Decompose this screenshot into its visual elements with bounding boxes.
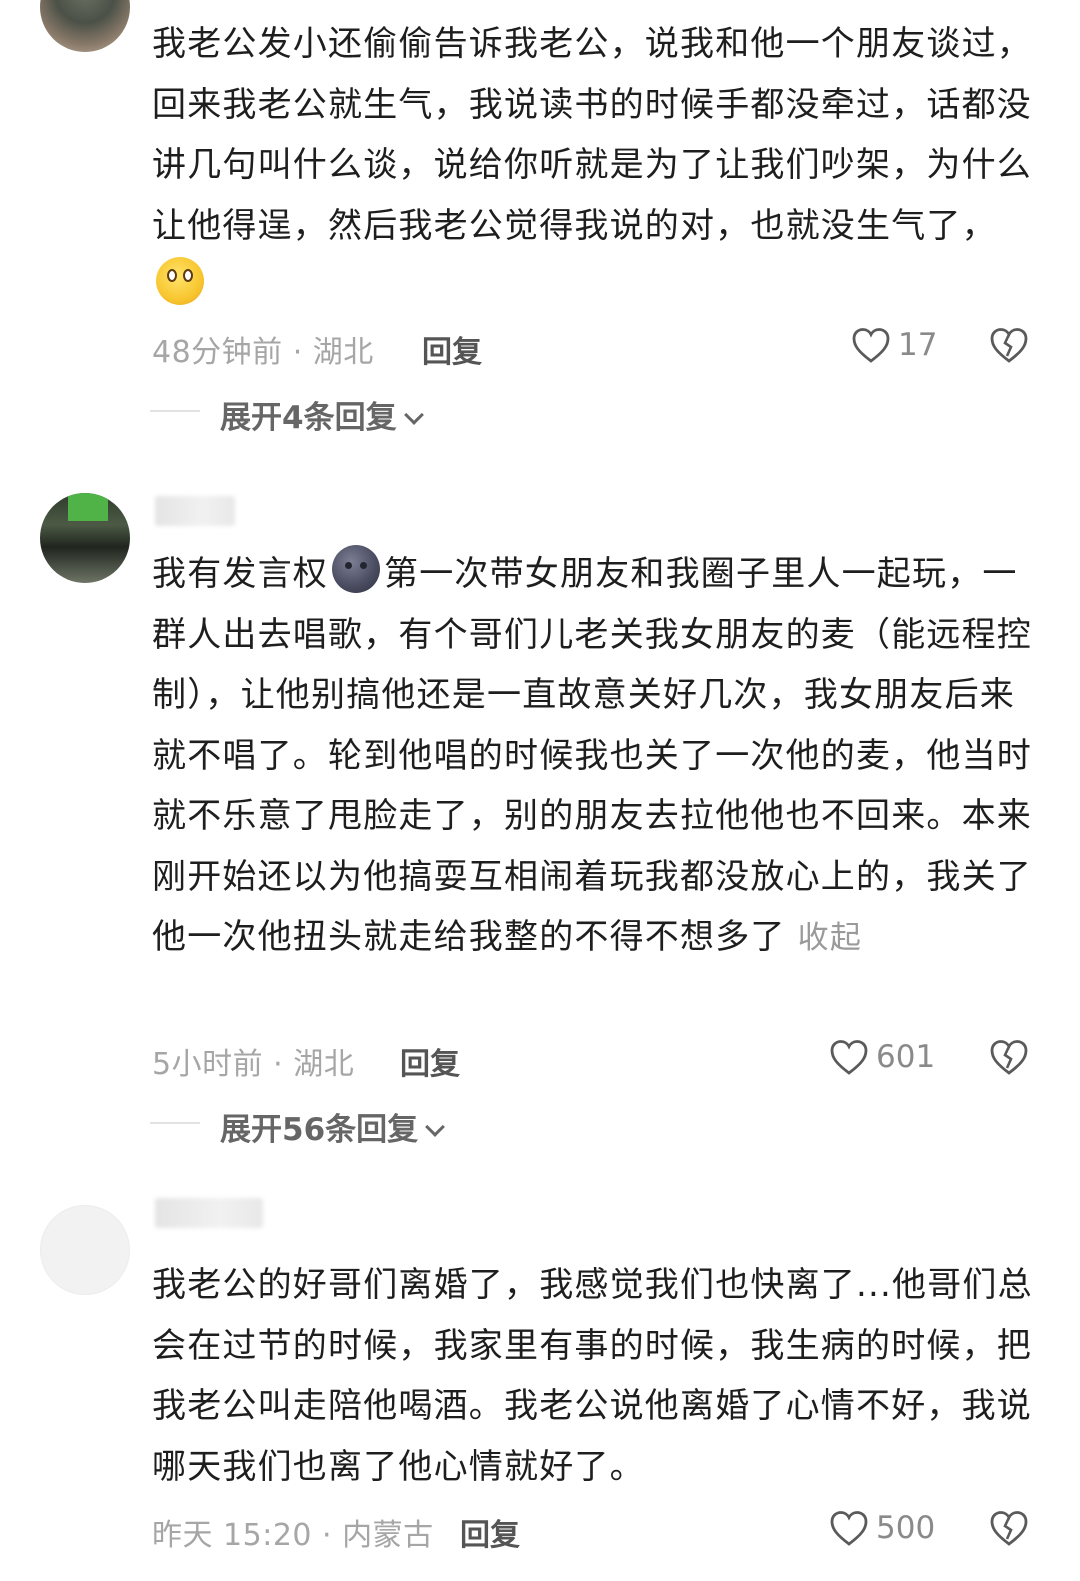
reply-button[interactable]: 回复 xyxy=(422,327,482,371)
like-count: 601 xyxy=(876,1039,936,1075)
expand-replies-label: 展开56条回复 xyxy=(220,1112,419,1148)
chevron-down-icon xyxy=(425,1117,446,1137)
comment-text: 我有发言权 第一次带女朋友和我圈子里人一起玩，一群人出去唱歌，有个哥们儿老关我女朋… xyxy=(152,544,1037,969)
avatar[interactable] xyxy=(40,0,130,52)
comment-time-location: 昨天 15:20 · 内蒙古 xyxy=(152,1518,434,1553)
heart-icon[interactable] xyxy=(829,1038,869,1078)
heart-icon[interactable] xyxy=(829,1509,869,1549)
collapse-button[interactable]: 收起 xyxy=(798,920,862,956)
new-moon-face-icon xyxy=(332,545,380,593)
broken-heart-icon[interactable] xyxy=(989,326,1029,366)
broken-heart-icon[interactable] xyxy=(989,1038,1029,1078)
expand-replies-button[interactable]: 展开56条回复 xyxy=(220,1104,446,1149)
divider xyxy=(150,1122,200,1124)
comment-time-location: 5小时前 · 湖北 xyxy=(152,1047,355,1082)
like-count: 17 xyxy=(898,327,938,363)
expand-replies-button[interactable]: 展开4条回复 xyxy=(220,392,424,437)
reply-button[interactable]: 回复 xyxy=(460,1510,520,1554)
chevron-down-icon xyxy=(403,405,424,425)
comment-text-body: 我老公的好哥们离婚了，我感觉我们也快离了...他哥们总会在过节的时候，我家里有事… xyxy=(152,1265,1033,1487)
reply-button[interactable]: 回复 xyxy=(400,1039,460,1083)
comment-text-before: 我有发言权 xyxy=(152,554,328,594)
smiling-face-icon xyxy=(156,257,204,305)
avatar[interactable] xyxy=(40,1205,130,1295)
heart-icon[interactable] xyxy=(851,326,891,366)
username-blurred[interactable] xyxy=(155,496,235,526)
comment-text: 我老公发小还偷偷告诉我老公，说我和他一个朋友谈过，回来我老公就生气，我说读书的时… xyxy=(152,14,1037,317)
comment-text-after: 第一次带女朋友和我圈子里人一起玩，一群人出去唱歌，有个哥们儿老关我女朋友的麦（能… xyxy=(152,554,1032,957)
username-blurred[interactable] xyxy=(155,1198,263,1228)
broken-heart-icon[interactable] xyxy=(989,1509,1029,1549)
like-count: 500 xyxy=(876,1510,936,1546)
comment-text: 我老公的好哥们离婚了，我感觉我们也快离了...他哥们总会在过节的时候，我家里有事… xyxy=(152,1255,1037,1497)
avatar[interactable] xyxy=(40,493,130,583)
expand-replies-label: 展开4条回复 xyxy=(220,400,397,436)
comment-time-location: 48分钟前 · 湖北 xyxy=(152,335,374,370)
comment-text-body: 我老公发小还偷偷告诉我老公，说我和他一个朋友谈过，回来我老公就生气，我说读书的时… xyxy=(152,24,1032,246)
divider xyxy=(150,410,200,412)
